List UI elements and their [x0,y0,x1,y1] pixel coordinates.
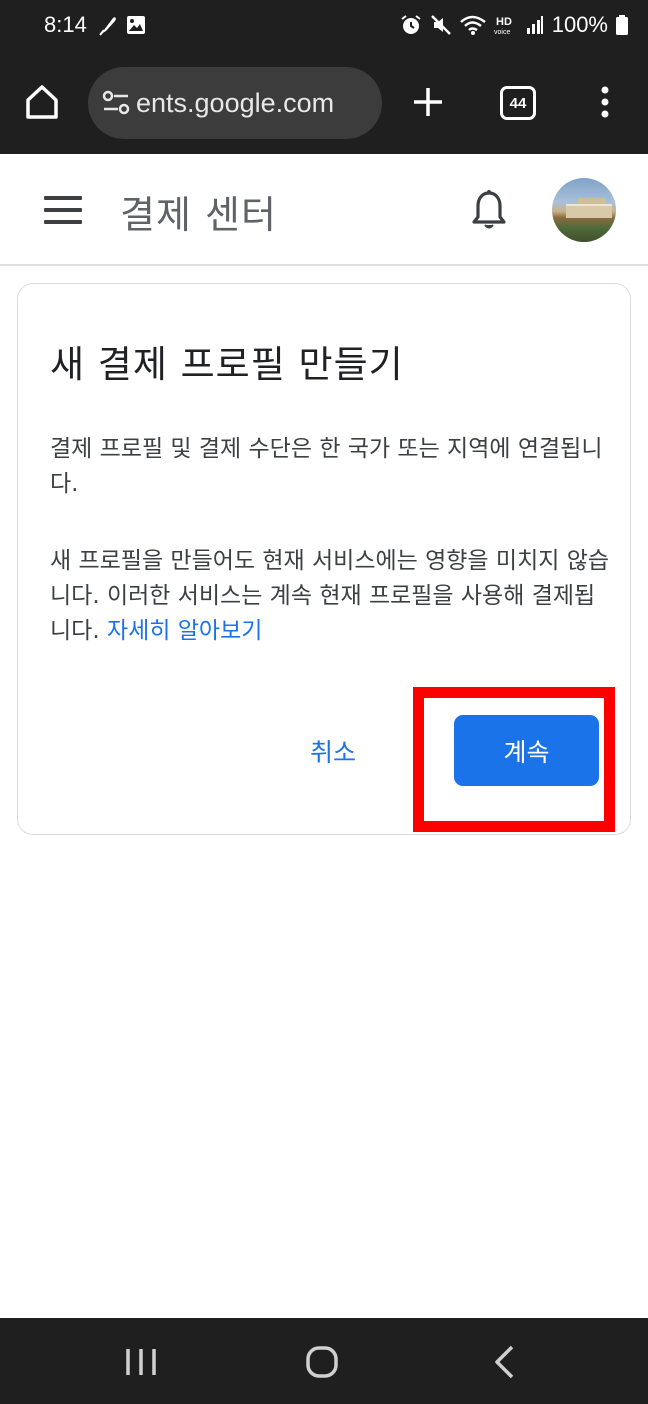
more-vert-icon[interactable] [590,82,620,122]
page-title: 결제 센터 [120,193,277,237]
bell-icon[interactable] [470,188,508,232]
svg-text:HD: HD [496,16,512,28]
omnibox[interactable]: ents.google.com [88,67,382,139]
site-info-icon[interactable] [100,87,132,119]
tab-switcher-icon[interactable]: 44 [500,86,536,120]
hd-voice-icon: HD voice [494,14,518,36]
svg-text:voice: voice [494,29,510,36]
continue-button[interactable]: 계속 [454,715,599,786]
status-time: 8:14 [44,12,87,37]
alarm-icon [400,14,422,36]
avatar[interactable] [552,178,616,242]
feather-icon [98,14,118,36]
status-left-icons [98,14,146,36]
mute-icon [430,14,452,36]
recents-icon[interactable] [124,1347,158,1377]
status-right: HD voice 100% [400,12,628,38]
menu-icon[interactable] [44,196,82,224]
dialog-title: 새 결제 프로필 만들기 [50,343,404,386]
cancel-button[interactable]: 취소 [292,716,374,786]
wifi-icon [459,14,486,36]
dialog-paragraph-1: 결제 프로필 및 결제 수단은 한 국가 또는 지역에 연결됩니다. [50,436,603,497]
system-nav-bar [0,1318,648,1404]
dialog-paragraph-2: 새 프로필을 만들어도 현재 서비스에는 영향을 미치지 않습니다. 이러한 서… [50,544,610,649]
url-text: ents.google.com [136,87,335,118]
browser-toolbar: ents.google.com 44 [0,52,648,154]
home-icon[interactable] [22,82,62,122]
new-tab-icon[interactable] [408,82,448,122]
create-profile-dialog: 새 결제 프로필 만들기 결제 프로필 및 결제 수단은 한 국가 또는 지역에… [17,283,631,835]
home-circle-icon[interactable] [306,1346,338,1378]
app-header: 결제 센터 [0,154,648,266]
back-icon[interactable] [492,1344,516,1380]
battery-icon [616,14,628,36]
learn-more-link[interactable]: 자세히 알아보기 [107,618,262,644]
image-icon [126,15,146,35]
status-bar: 8:14 HD voice 100% [0,0,648,52]
tab-count: 44 [509,94,527,112]
battery-text: 100% [551,12,608,37]
signal-icon [526,14,544,36]
